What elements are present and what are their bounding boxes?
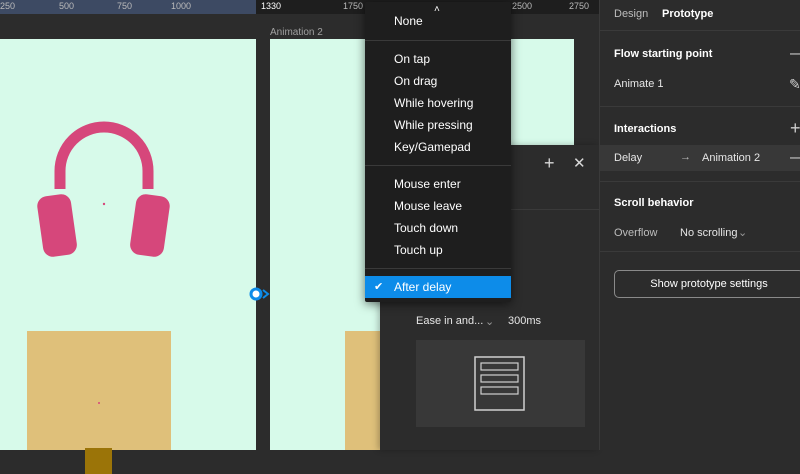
remove-icon[interactable]: — [790,46,800,62]
frame-label-animation-2[interactable]: Animation 2 [270,27,323,38]
frame-animate-1[interactable] [0,39,256,474]
arrow-right-icon: → [680,151,691,163]
ruler-tick: 2500 [512,1,533,11]
properties-panel: Design Prototype Flow starting point — A… [599,0,800,450]
easing-select[interactable]: Ease in and... [416,315,483,327]
menu-item-on-drag[interactable]: On drag [365,70,511,92]
overflow-select[interactable]: No scrolling [680,227,737,239]
panel-divider [600,251,800,252]
door-knob-shape[interactable] [85,448,112,474]
menu-item-after-delay[interactable]: ✔ After delay [365,276,511,298]
panel-divider [600,181,800,182]
edit-icon[interactable]: ✎ [789,76,800,92]
ruler-tick: 750 [117,1,133,11]
menu-divider [365,268,511,269]
ruler-tick: 1000 [171,1,192,11]
smart-animate-preview-icon [474,356,525,411]
door-shape[interactable] [27,331,171,474]
animation-preview [416,340,585,427]
ruler-tick: 1750 [343,1,364,11]
show-prototype-settings-button[interactable]: Show prototype settings [614,270,800,298]
duration-input[interactable]: 300ms [508,315,541,327]
menu-item-none[interactable]: None [365,10,511,32]
center-point-marker [98,402,100,404]
chevron-down-icon[interactable]: ⌄ [485,315,494,328]
menu-item-mouse-enter[interactable]: Mouse enter [365,173,511,195]
menu-item-mouse-leave[interactable]: Mouse leave [365,195,511,217]
ruler-tick: 250 [0,1,16,11]
add-icon[interactable]: + [790,119,800,137]
scroll-section-title: Scroll behavior [614,197,694,209]
overflow-label: Overflow [614,227,658,239]
tab-design[interactable]: Design [614,8,648,20]
interaction-destination: Animation 2 [702,152,761,164]
chevron-down-icon[interactable]: ⌄ [738,226,747,239]
menu-divider [365,40,511,41]
door-shape[interactable] [345,331,385,450]
menu-item-on-tap[interactable]: On tap [365,48,511,70]
menu-item-touch-up[interactable]: Touch up [365,239,511,261]
remove-icon[interactable]: — [790,150,800,166]
close-icon[interactable]: ✕ [573,154,586,172]
tab-prototype[interactable]: Prototype [662,8,713,20]
menu-item-while-pressing[interactable]: While pressing [365,114,511,136]
flow-name[interactable]: Animate 1 [614,78,664,90]
interaction-trigger: Delay [614,152,643,164]
trigger-dropdown-menu[interactable]: ˄ None On tap On drag While hovering Whi… [365,2,511,302]
panel-divider [600,30,800,31]
ruler-tick: 2750 [569,1,590,11]
menu-item-while-hovering[interactable]: While hovering [365,92,511,114]
prototype-connection-node[interactable] [248,286,272,302]
ruler-tick-current: 1330 [261,1,282,11]
ruler-tick: 500 [59,1,75,11]
checkmark-icon: ✔ [374,281,384,293]
panel-divider [600,106,800,107]
menu-item-touch-down[interactable]: Touch down [365,217,511,239]
flow-section-title: Flow starting point [614,48,713,60]
interactions-section-title: Interactions [614,123,677,135]
menu-item-key-gamepad[interactable]: Key/Gamepad [365,136,511,158]
menu-divider [365,165,511,166]
interaction-row[interactable]: Delay → Animation 2 — [600,145,800,171]
add-icon[interactable]: + [544,153,555,174]
